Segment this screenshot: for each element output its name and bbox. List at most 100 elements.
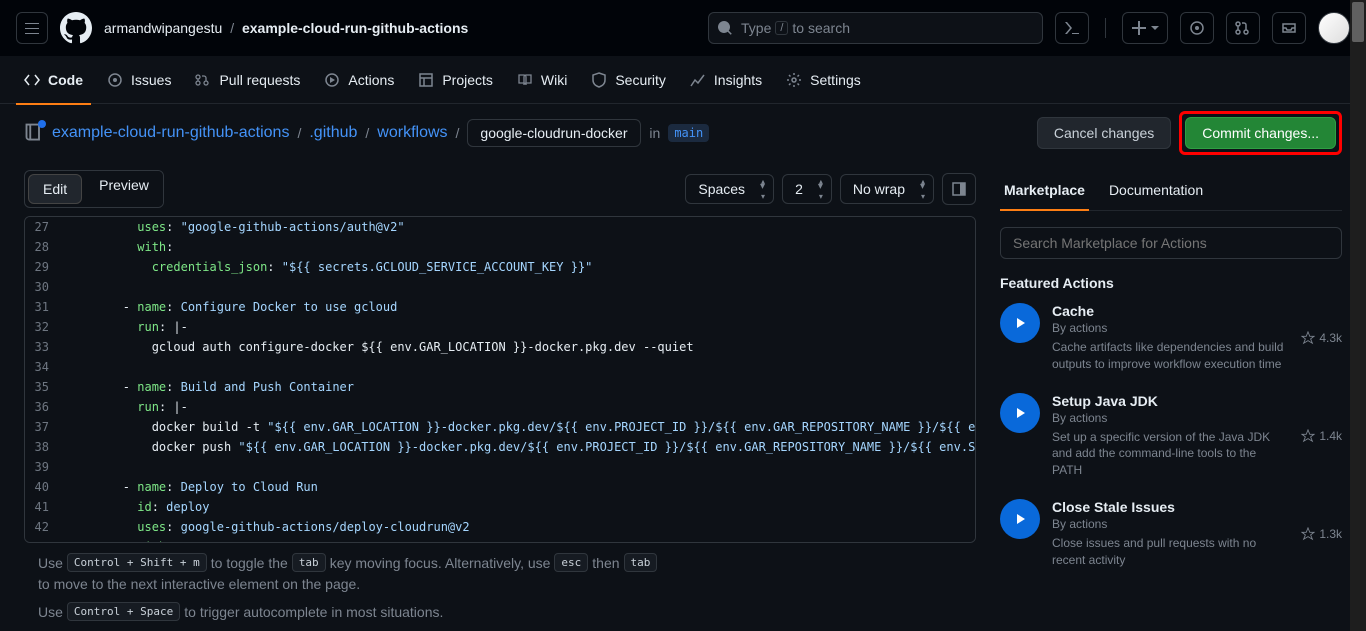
owner-link[interactable]: armandwipangestu xyxy=(104,20,222,36)
code-content[interactable]: with: xyxy=(65,237,173,257)
code-content[interactable]: run: |- xyxy=(65,397,188,417)
action-title: Setup Java JDK xyxy=(1052,393,1289,409)
line-number: 33 xyxy=(25,337,65,357)
code-content[interactable]: - name: Configure Docker to use gcloud xyxy=(65,297,397,317)
action-author: By actions xyxy=(1052,411,1289,425)
filename-input[interactable] xyxy=(467,119,641,147)
book-icon xyxy=(517,72,533,88)
user-avatar[interactable] xyxy=(1318,12,1350,44)
code-content[interactable]: uses: "google-github-actions/auth@v2" xyxy=(65,217,405,237)
line-number: 42 xyxy=(25,517,65,537)
action-card[interactable]: Close Stale IssuesBy actionsClose issues… xyxy=(1000,499,1342,569)
line-number: 36 xyxy=(25,397,65,417)
code-line[interactable]: 29 credentials_json: "${{ secrets.GCLOUD… xyxy=(25,257,975,277)
code-content[interactable]: id: deploy xyxy=(65,497,210,517)
action-title: Close Stale Issues xyxy=(1052,499,1289,515)
cancel-button[interactable]: Cancel changes xyxy=(1037,117,1171,149)
repo-link[interactable]: example-cloud-run-github-actions xyxy=(242,20,468,36)
nav-projects[interactable]: Projects xyxy=(410,64,501,96)
code-line[interactable]: 36 run: |- xyxy=(25,397,975,417)
nav-issues[interactable]: Issues xyxy=(99,64,179,96)
wrap-select[interactable]: No wrap▴▾ xyxy=(840,174,934,204)
gear-icon xyxy=(786,72,802,88)
action-desc: Cache artifacts like dependencies and bu… xyxy=(1052,339,1289,373)
editor-pane: Edit Preview Spaces▴▾ 2▴▾ No wrap▴▾ 27 u… xyxy=(0,162,976,631)
line-number: 37 xyxy=(25,417,65,437)
github-logo-icon[interactable] xyxy=(60,12,92,44)
code-content[interactable]: docker push "${{ env.GAR_LOCATION }}-doc… xyxy=(65,437,976,457)
code-line[interactable]: 34 xyxy=(25,357,975,377)
marketplace-search-input[interactable] xyxy=(1000,227,1342,259)
help-line-1: UseControl + Shift + mto toggle thetabke… xyxy=(24,543,976,602)
path-repo[interactable]: example-cloud-run-github-actions xyxy=(52,124,289,142)
nav-code[interactable]: Code xyxy=(16,64,91,96)
code-line[interactable]: 35 - name: Build and Push Container xyxy=(25,377,975,397)
action-card[interactable]: CacheBy actionsCache artifacts like depe… xyxy=(1000,303,1342,373)
pr-icon xyxy=(1235,20,1251,36)
code-editor[interactable]: 27 uses: "google-github-actions/auth@v2"… xyxy=(24,216,976,543)
line-number: 39 xyxy=(25,457,65,477)
code-line[interactable]: 43 with: xyxy=(25,537,975,543)
code-line[interactable]: 31 - name: Configure Docker to use gclou… xyxy=(25,297,975,317)
graph-icon xyxy=(690,72,706,88)
page-scrollbar[interactable] xyxy=(1350,0,1366,631)
code-content[interactable]: - name: Deploy to Cloud Run xyxy=(65,477,318,497)
code-content[interactable]: run: |- xyxy=(65,317,188,337)
commit-button[interactable]: Commit changes... xyxy=(1185,117,1336,149)
line-number: 34 xyxy=(25,357,65,377)
nav-settings[interactable]: Settings xyxy=(778,64,869,96)
code-line[interactable]: 41 id: deploy xyxy=(25,497,975,517)
nav-insights[interactable]: Insights xyxy=(682,64,770,96)
code-line[interactable]: 42 uses: google-github-actions/deploy-cl… xyxy=(25,517,975,537)
tab-edit[interactable]: Edit xyxy=(28,174,82,204)
code-line[interactable]: 39 xyxy=(25,457,975,477)
action-author: By actions xyxy=(1052,321,1289,335)
code-line[interactable]: 32 run: |- xyxy=(25,317,975,337)
code-line[interactable]: 30 xyxy=(25,277,975,297)
code-line[interactable]: 33 gcloud auth configure-docker ${{ env.… xyxy=(25,337,975,357)
indent-mode-select[interactable]: Spaces▴▾ xyxy=(685,174,774,204)
code-content[interactable]: uses: google-github-actions/deploy-cloud… xyxy=(65,517,470,537)
code-line[interactable]: 37 docker build -t "${{ env.GAR_LOCATION… xyxy=(25,417,975,437)
nav-pull-requests[interactable]: Pull requests xyxy=(187,64,308,96)
action-card[interactable]: Setup Java JDKBy actionsSet up a specifi… xyxy=(1000,393,1342,479)
global-search[interactable]: Type / to search xyxy=(708,12,1043,44)
command-palette-button[interactable] xyxy=(1055,12,1089,44)
branch-badge[interactable]: main xyxy=(668,124,709,142)
code-content[interactable]: gcloud auth configure-docker ${{ env.GAR… xyxy=(65,337,694,357)
action-stars: 1.3k xyxy=(1301,499,1342,569)
line-number: 41 xyxy=(25,497,65,517)
code-line[interactable]: 40 - name: Deploy to Cloud Run xyxy=(25,477,975,497)
path-github[interactable]: .github xyxy=(309,124,357,142)
shield-icon xyxy=(591,72,607,88)
tab-preview[interactable]: Preview xyxy=(85,171,163,207)
play-icon xyxy=(1000,499,1040,539)
code-line[interactable]: 27 uses: "google-github-actions/auth@v2" xyxy=(25,217,975,237)
indent-size-select[interactable]: 2▴▾ xyxy=(782,174,832,204)
nav-wiki[interactable]: Wiki xyxy=(509,64,575,96)
toggle-panel-button[interactable] xyxy=(942,173,976,205)
hamburger-menu[interactable] xyxy=(16,12,48,44)
nav-actions[interactable]: Actions xyxy=(316,64,402,96)
path-workflows[interactable]: workflows xyxy=(377,124,447,142)
star-icon xyxy=(1301,429,1315,443)
action-desc: Close issues and pull requests with no r… xyxy=(1052,535,1289,569)
repo-dot-icon xyxy=(38,120,46,128)
code-content[interactable]: docker build -t "${{ env.GAR_LOCATION }}… xyxy=(65,417,976,437)
action-stars: 4.3k xyxy=(1301,303,1342,373)
global-header: armandwipangestu / example-cloud-run-git… xyxy=(0,0,1366,56)
code-content[interactable]: - name: Build and Push Container xyxy=(65,377,354,397)
code-line[interactable]: 28 with: xyxy=(25,237,975,257)
issues-button[interactable] xyxy=(1180,12,1214,44)
code-content[interactable]: with: xyxy=(65,537,173,543)
tab-marketplace[interactable]: Marketplace xyxy=(1000,170,1089,210)
code-line[interactable]: 38 docker push "${{ env.GAR_LOCATION }}-… xyxy=(25,437,975,457)
inbox-button[interactable] xyxy=(1272,12,1306,44)
action-stars: 1.4k xyxy=(1301,393,1342,479)
tab-documentation[interactable]: Documentation xyxy=(1105,170,1207,210)
pull-requests-button[interactable] xyxy=(1226,12,1260,44)
search-icon xyxy=(717,20,733,36)
create-new-button[interactable] xyxy=(1122,12,1168,44)
nav-security[interactable]: Security xyxy=(583,64,674,96)
code-content[interactable]: credentials_json: "${{ secrets.GCLOUD_SE… xyxy=(65,257,592,277)
